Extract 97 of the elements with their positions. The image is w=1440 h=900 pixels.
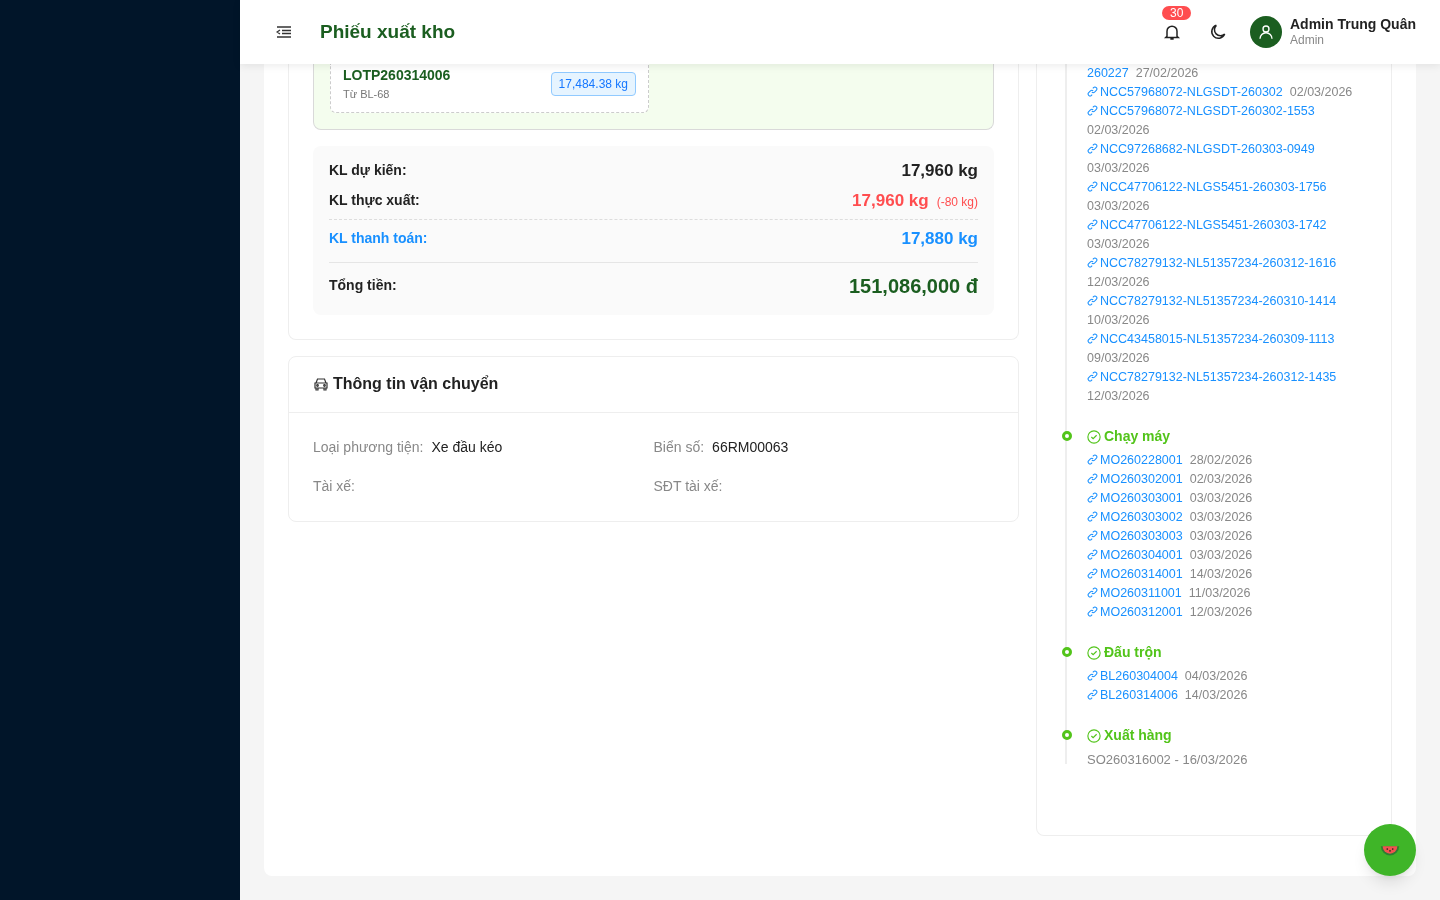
- link-date: 02/03/2026: [1189, 471, 1253, 488]
- menu-icon[interactable]: [276, 24, 292, 40]
- link-date: 10/03/2026: [1087, 312, 1150, 329]
- link-icon: [1087, 530, 1098, 541]
- document-link[interactable]: MO260304001: [1087, 546, 1183, 565]
- notification-badge: 30: [1162, 6, 1192, 20]
- document-link[interactable]: NCC78279132-NL51357234-260312-1435: [1087, 368, 1337, 387]
- document-link[interactable]: MO260302001: [1087, 470, 1183, 489]
- document-link[interactable]: MO260303003: [1087, 527, 1183, 546]
- document-link[interactable]: MO260303002: [1087, 508, 1183, 527]
- link-icon: [1087, 568, 1098, 579]
- document-link[interactable]: NCC57968072-NLGSDT-260302: [1087, 83, 1283, 102]
- link-date: 12/03/2026: [1087, 388, 1150, 405]
- field-label: SĐT tài xế:: [653, 476, 723, 496]
- step-title: Xuất hàng: [1104, 726, 1172, 745]
- document-link[interactable]: NCC57968072-NLGSDT-260302-1553: [1087, 102, 1315, 121]
- link-date: 02/03/2026: [1289, 84, 1353, 101]
- link-date: 14/03/2026: [1189, 566, 1253, 583]
- document-link[interactable]: NCC47706122-NLGS5451-260303-1756: [1087, 178, 1327, 197]
- link-icon: [1087, 181, 1098, 192]
- document-link[interactable]: MO260311001: [1087, 584, 1182, 603]
- link-icon: [1087, 143, 1098, 154]
- link-icon: [1087, 473, 1098, 484]
- link-date: 11/03/2026: [1188, 585, 1251, 602]
- link-date: 03/03/2026: [1087, 236, 1150, 253]
- field-label: Loại phương tiện:: [313, 437, 424, 457]
- document-link[interactable]: MO260228001: [1087, 451, 1183, 470]
- link-icon: [1087, 86, 1098, 97]
- field-label: Tài xế:: [313, 476, 355, 496]
- document-link[interactable]: MO260314001: [1087, 565, 1183, 584]
- link-icon: [1087, 333, 1098, 344]
- lot-code: LOTP260314006: [343, 66, 451, 85]
- step-title: Đấu trộn: [1104, 643, 1162, 662]
- link-date: 12/03/2026: [1189, 604, 1253, 621]
- link-icon: [1087, 454, 1098, 465]
- link-icon: [1087, 670, 1098, 681]
- theme-toggle-icon[interactable]: [1208, 22, 1228, 42]
- document-link[interactable]: BL260314006: [1087, 686, 1178, 705]
- user-role: Admin: [1290, 32, 1325, 48]
- field-value: 66RM00063: [712, 437, 789, 457]
- document-link[interactable]: MO260312001: [1087, 603, 1183, 622]
- link-icon: [1087, 219, 1098, 230]
- link-date: 09/03/2026: [1087, 350, 1150, 367]
- link-date: 27/02/2026: [1135, 65, 1199, 82]
- link-date: 12/03/2026: [1087, 274, 1150, 291]
- total-label: Tổng tiền:: [329, 276, 397, 295]
- link-date: 03/03/2026: [1087, 198, 1150, 215]
- summary-value: 17,960 kg: [901, 160, 978, 182]
- document-link[interactable]: NCC78279132-NL51357234-260312-1616: [1087, 254, 1337, 273]
- summary-label: KL thực xuất:: [329, 190, 420, 210]
- user-name: Admin Trung Quân: [1290, 16, 1416, 32]
- document-link[interactable]: 260227: [1087, 64, 1129, 83]
- check-circle-icon: [1087, 728, 1101, 743]
- lot-source: Từ BL-68: [343, 87, 391, 102]
- step-title: Chạy máy: [1104, 427, 1171, 446]
- check-circle-icon: [1087, 429, 1101, 444]
- total-amount: 151,086,000 đ: [849, 273, 978, 299]
- link-icon: [1087, 371, 1098, 382]
- link-icon: [1087, 105, 1098, 116]
- link-date: 03/03/2026: [1189, 490, 1253, 507]
- link-icon: [1087, 492, 1098, 503]
- document-link[interactable]: NCC43458015-NL51357234-260309-1113: [1087, 330, 1335, 349]
- link-icon: [1087, 295, 1098, 306]
- link-icon: [1087, 257, 1098, 268]
- link-icon: [1087, 587, 1098, 598]
- summary-value: 17,960 kg: [852, 189, 929, 212]
- weight-tag: 17,484.38 kg: [550, 72, 636, 96]
- document-link[interactable]: NCC97268682-NLGSDT-260303-0949: [1087, 140, 1315, 159]
- document-link[interactable]: BL260304004: [1087, 667, 1178, 686]
- summary-label: KL dự kiến:: [329, 161, 407, 181]
- link-date: 28/02/2026: [1189, 452, 1253, 469]
- link-date: 04/03/2026: [1184, 668, 1248, 685]
- car-icon: [313, 376, 329, 392]
- difference-value: (-80 kg): [936, 193, 978, 211]
- field-label: Biển số:: [653, 437, 705, 457]
- check-circle-icon: [1087, 645, 1101, 660]
- summary-label: KL thanh toán:: [329, 229, 428, 249]
- link-icon: [1087, 511, 1098, 522]
- link-icon: [1087, 606, 1098, 617]
- link-date: 14/03/2026: [1184, 687, 1248, 704]
- link-date: 03/03/2026: [1189, 547, 1253, 564]
- document-link[interactable]: NCC47706122-NLGS5451-260303-1742: [1087, 216, 1327, 235]
- document-link[interactable]: NCC78279132-NL51357234-260310-1414: [1087, 292, 1337, 311]
- link-icon: [1087, 689, 1098, 700]
- document-link[interactable]: MO260303001: [1087, 489, 1183, 508]
- page-title: Phiếu xuất kho: [320, 19, 456, 44]
- link-date: 03/03/2026: [1189, 528, 1253, 545]
- step-note: SO260316002 - 16/03/2026: [1087, 751, 1249, 769]
- link-icon: [1087, 549, 1098, 560]
- link-date: 02/03/2026: [1087, 122, 1150, 139]
- link-date: 03/03/2026: [1189, 509, 1253, 526]
- field-value: Xe đầu kéo: [431, 437, 503, 457]
- user-icon: [1257, 23, 1275, 41]
- avatar[interactable]: [1250, 16, 1282, 48]
- section-title: Thông tin vận chuyển: [333, 374, 499, 394]
- summary-value: 17,880 kg: [901, 228, 978, 250]
- link-date: 03/03/2026: [1087, 160, 1150, 177]
